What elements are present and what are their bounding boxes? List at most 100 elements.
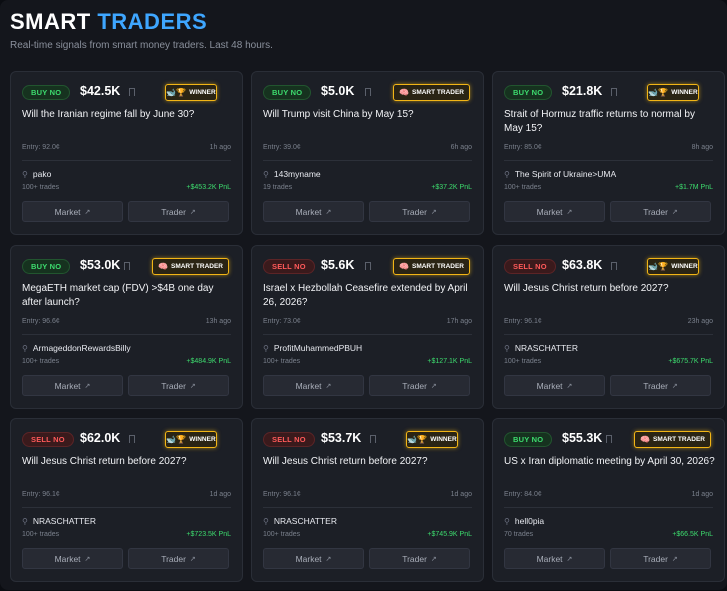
trader-button[interactable]: Trader ↗ bbox=[369, 548, 470, 569]
divider bbox=[263, 507, 472, 508]
bookmark-icon[interactable] bbox=[611, 262, 617, 270]
user-icon: ⚲ bbox=[263, 343, 269, 353]
market-button[interactable]: Market ↗ bbox=[22, 375, 123, 396]
trade-card: SELL NO $53.7K 🐋🏆 WINNER Will Jesus Chri… bbox=[251, 418, 484, 582]
bookmark-icon[interactable] bbox=[129, 88, 135, 96]
market-button[interactable]: Market ↗ bbox=[504, 375, 605, 396]
market-question: Will the Iranian regime fall by June 30? bbox=[22, 109, 195, 120]
user-icon: ⚲ bbox=[263, 516, 269, 526]
market-button[interactable]: Market ↗ bbox=[263, 201, 364, 222]
trade-count: 100+ trades bbox=[504, 358, 542, 365]
trade-count: 100+ trades bbox=[263, 358, 301, 365]
trade-amount: $21.8K bbox=[562, 84, 603, 98]
trader-button-label: Trader bbox=[161, 206, 186, 217]
side-pill: BUY NO bbox=[504, 85, 553, 100]
title-part-traders: TRADERS bbox=[97, 9, 208, 34]
trade-amount: $53.7K bbox=[321, 431, 362, 445]
badge-label: WINNER bbox=[189, 89, 216, 96]
time-ago: 13h ago bbox=[205, 318, 231, 325]
market-button[interactable]: Market ↗ bbox=[22, 201, 123, 222]
market-button[interactable]: Market ↗ bbox=[504, 548, 605, 569]
time-ago: 23h ago bbox=[687, 318, 713, 325]
external-link-icon: ↗ bbox=[84, 208, 91, 216]
trader-name[interactable]: ⚲ NRASCHATTER bbox=[504, 343, 578, 353]
bookmark-icon[interactable] bbox=[365, 88, 371, 96]
brain-icon: 🧠 bbox=[640, 434, 650, 444]
trade-card: BUY NO $53.0K 🧠 SMART TRADER MegaETH mar… bbox=[10, 245, 243, 409]
trophy-icon: 🐋🏆 bbox=[407, 434, 428, 444]
external-link-icon: ↗ bbox=[671, 208, 678, 216]
badge-label: SMART TRADER bbox=[411, 263, 464, 270]
entry-price: Entry: 96.1¢ bbox=[263, 491, 301, 498]
trader-name[interactable]: ⚲ pako bbox=[22, 169, 51, 179]
user-icon: ⚲ bbox=[504, 169, 510, 179]
user-icon: ⚲ bbox=[22, 343, 28, 353]
external-link-icon: ↗ bbox=[84, 382, 91, 390]
trader-username: hell0pia bbox=[514, 516, 545, 526]
market-button[interactable]: Market ↗ bbox=[263, 548, 364, 569]
trader-username: NRASCHATTER bbox=[514, 343, 578, 353]
trader-name[interactable]: ⚲ NRASCHATTER bbox=[22, 516, 96, 526]
winner-badge: 🐋🏆 WINNER bbox=[647, 258, 699, 275]
trader-button[interactable]: Trader ↗ bbox=[610, 375, 711, 396]
external-link-icon: ↗ bbox=[566, 555, 573, 563]
pnl-value: +$745.9K PnL bbox=[427, 531, 472, 538]
market-question: US x Iran diplomatic meeting by April 30… bbox=[504, 456, 715, 467]
entry-price: Entry: 73.0¢ bbox=[263, 318, 301, 325]
external-link-icon: ↗ bbox=[671, 555, 678, 563]
trade-amount: $55.3K bbox=[562, 431, 603, 445]
brain-icon: 🧠 bbox=[399, 87, 409, 97]
trader-button[interactable]: Trader ↗ bbox=[128, 201, 229, 222]
bookmark-icon[interactable] bbox=[606, 435, 612, 443]
app-frame: SMART TRADERS Real-time signals from sma… bbox=[0, 0, 727, 590]
market-question: Will Jesus Christ return before 2027? bbox=[22, 456, 187, 467]
trader-name[interactable]: ⚲ 143myname bbox=[263, 169, 321, 179]
trader-button[interactable]: Trader ↗ bbox=[369, 375, 470, 396]
pnl-value: +$127.1K PnL bbox=[427, 358, 472, 365]
trader-button[interactable]: Trader ↗ bbox=[128, 548, 229, 569]
trade-amount: $63.8K bbox=[562, 258, 603, 272]
trader-button[interactable]: Trader ↗ bbox=[369, 201, 470, 222]
brain-icon: 🧠 bbox=[399, 261, 409, 271]
trader-name[interactable]: ⚲ ArmageddonRewardsBilly bbox=[22, 343, 131, 353]
user-icon: ⚲ bbox=[504, 516, 510, 526]
trade-count: 100+ trades bbox=[22, 184, 60, 191]
pnl-value: +$453.2K PnL bbox=[186, 184, 231, 191]
external-link-icon: ↗ bbox=[566, 382, 573, 390]
trader-name[interactable]: ⚲ hell0pia bbox=[504, 516, 544, 526]
trader-button[interactable]: Trader ↗ bbox=[610, 548, 711, 569]
external-link-icon: ↗ bbox=[430, 208, 437, 216]
market-question: MegaETH market cap (FDV) >$4B one day af… bbox=[22, 283, 214, 308]
bookmark-icon[interactable] bbox=[124, 262, 130, 270]
divider bbox=[504, 334, 713, 335]
trader-name[interactable]: ⚲ ProfitMuhammedPBUH bbox=[263, 343, 362, 353]
trader-button-label: Trader bbox=[402, 553, 427, 564]
trade-card: BUY NO $42.5K 🐋🏆 WINNER Will the Iranian… bbox=[10, 71, 243, 235]
bookmark-icon[interactable] bbox=[370, 435, 376, 443]
side-pill: BUY NO bbox=[22, 85, 71, 100]
trader-username: NRASCHATTER bbox=[273, 516, 337, 526]
entry-price: Entry: 96.6¢ bbox=[22, 318, 60, 325]
bookmark-icon[interactable] bbox=[129, 435, 135, 443]
trader-name[interactable]: ⚲ NRASCHATTER bbox=[263, 516, 337, 526]
market-button[interactable]: Market ↗ bbox=[263, 375, 364, 396]
trade-card: BUY NO $55.3K 🧠 SMART TRADER US x Iran d… bbox=[492, 418, 725, 582]
trader-button-label: Trader bbox=[402, 206, 427, 217]
trader-button[interactable]: Trader ↗ bbox=[128, 375, 229, 396]
bookmark-icon[interactable] bbox=[365, 262, 371, 270]
trader-button-label: Trader bbox=[402, 380, 427, 391]
brain-icon: 🧠 bbox=[158, 261, 168, 271]
trade-amount: $42.5K bbox=[80, 84, 121, 98]
market-button[interactable]: Market ↗ bbox=[22, 548, 123, 569]
entry-price: Entry: 84.0¢ bbox=[504, 491, 542, 498]
trader-name[interactable]: ⚲ The Spirit of Ukraine>UMA bbox=[504, 169, 616, 179]
side-pill: SELL NO bbox=[263, 259, 315, 274]
external-link-icon: ↗ bbox=[325, 382, 332, 390]
bookmark-icon[interactable] bbox=[611, 88, 617, 96]
trade-count: 100+ trades bbox=[504, 184, 542, 191]
market-button[interactable]: Market ↗ bbox=[504, 201, 605, 222]
trader-button[interactable]: Trader ↗ bbox=[610, 201, 711, 222]
market-question: Will Trump visit China by May 15? bbox=[263, 109, 414, 120]
trade-card: SELL NO $62.0K 🐋🏆 WINNER Will Jesus Chri… bbox=[10, 418, 243, 582]
time-ago: 1h ago bbox=[209, 144, 231, 151]
